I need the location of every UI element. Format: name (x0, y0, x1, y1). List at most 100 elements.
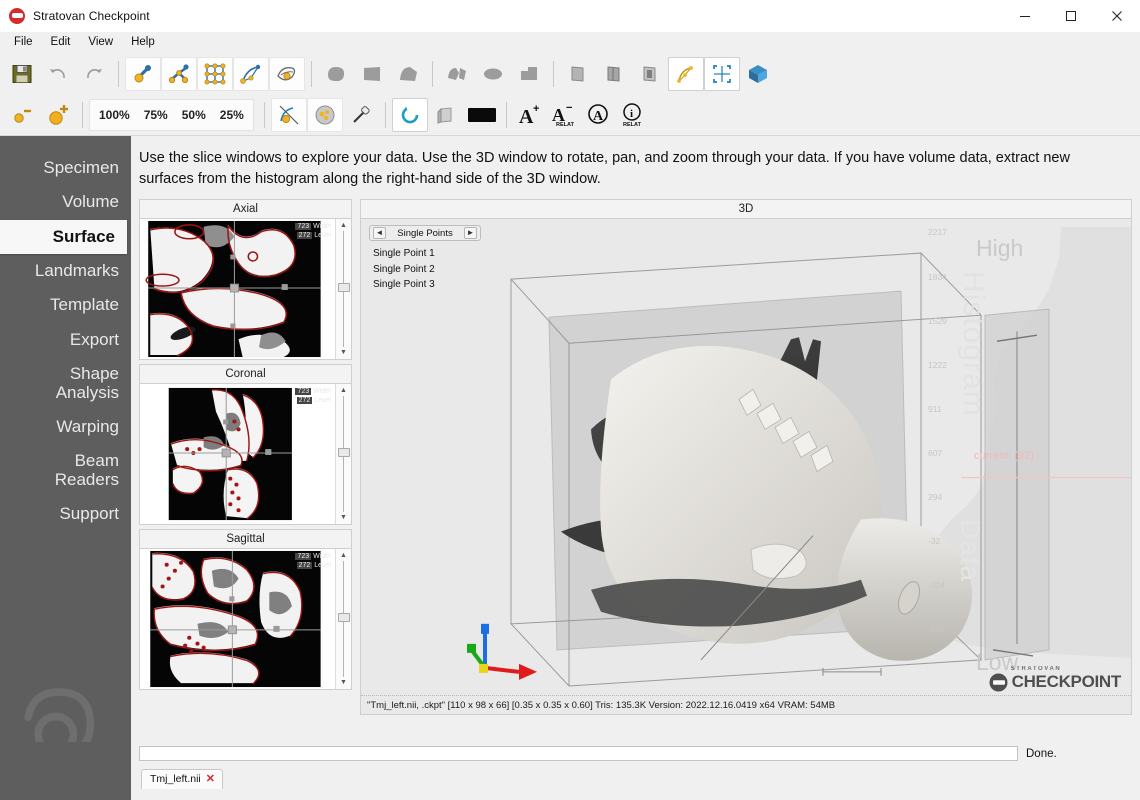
sidebar-item-template[interactable]: Template (0, 288, 131, 322)
curve-points-button[interactable] (233, 57, 269, 91)
slice-title-coronal: Coronal (139, 364, 352, 383)
close-x-icon[interactable]: ✕ (206, 774, 215, 785)
slice-title-sagittal: Sagittal (139, 529, 352, 548)
scroll-up-icon[interactable]: ▲ (340, 222, 347, 229)
scroll-up-icon[interactable]: ▲ (340, 552, 347, 559)
slice-stack-c-button[interactable] (632, 57, 668, 91)
sidebar-item-export[interactable]: Export (0, 323, 131, 357)
toolbar2-divider (82, 102, 83, 128)
zoom-100-button[interactable]: 100% (92, 104, 137, 126)
progress-row: Done. (131, 742, 1140, 763)
toolbar-divider-2 (311, 61, 312, 87)
slice-stack-a-button[interactable] (560, 57, 596, 91)
histogram-tick-3: 1222 (928, 360, 947, 370)
slice-stack-b-button[interactable] (596, 57, 632, 91)
reset-font-button[interactable]: i RELAT (615, 99, 649, 131)
redo-button[interactable] (76, 57, 112, 91)
scroll-down-icon[interactable]: ▼ (340, 679, 347, 686)
view3d-status-text: "Tmj_left.nii, .ckpt" [110 x 98 x 66] [0… (361, 695, 1131, 714)
scroll-down-icon[interactable]: ▼ (340, 349, 347, 356)
minimize-button[interactable] (1002, 0, 1048, 32)
render-cube-button[interactable] (428, 98, 464, 132)
list-item[interactable]: Single Point 2 (373, 262, 519, 278)
app-window: Stratovan Checkpoint File Edit View Help (0, 0, 1140, 800)
menu-help[interactable]: Help (123, 34, 163, 52)
surface-fan-button[interactable] (390, 57, 426, 91)
list-item[interactable]: Single Point 3 (373, 277, 519, 293)
toolbar-secondary: 100% 75% 50% 25% (0, 94, 1140, 136)
patch-points-button[interactable] (269, 57, 305, 91)
background-color-button[interactable] (464, 98, 500, 132)
zoom-50-button[interactable]: 50% (175, 104, 213, 126)
sidebar-item-surface[interactable]: Surface (0, 220, 127, 254)
slice-scrollbar-sagittal[interactable]: ▲ ▼ (335, 549, 351, 689)
sidebar-item-landmarks[interactable]: Landmarks (0, 254, 131, 288)
mesh-cut-button[interactable] (439, 57, 475, 91)
sidebar-item-specimen[interactable]: Specimen (0, 151, 131, 185)
svg-text:+: + (533, 103, 539, 115)
reset-view-button[interactable] (392, 98, 428, 132)
mesh-ellipse-button[interactable] (475, 57, 511, 91)
menu-edit[interactable]: Edit (43, 34, 79, 52)
histogram-high-label: High (976, 235, 1023, 262)
file-tab[interactable]: Tmj_left.nii ✕ (141, 769, 223, 789)
eyedropper-button[interactable] (343, 98, 379, 132)
zoom-25-button[interactable]: 25% (213, 104, 251, 126)
circled-a-button[interactable]: A (581, 99, 615, 131)
slice-scrollbar-coronal[interactable]: ▲ ▼ (335, 384, 351, 524)
bounding-box-button[interactable] (704, 57, 740, 91)
slice-canvas-coronal[interactable]: 723 Width 272 Level (140, 384, 335, 524)
sidebar-item-volume[interactable]: Volume (0, 185, 131, 219)
hide-points-button[interactable] (271, 98, 307, 132)
scroll-down-icon[interactable]: ▼ (340, 514, 347, 521)
slice-body-axial[interactable]: 723 Width 272 Level ▲ ▼ (139, 218, 352, 360)
sidebar-item-support[interactable]: Support (0, 497, 131, 531)
point-grid-button[interactable] (197, 57, 233, 91)
slice-canvas-sagittal[interactable]: 723 Width 272 Level (140, 549, 335, 689)
chevron-right-icon[interactable]: ► (464, 227, 477, 239)
sidebar-item-shape-analysis[interactable]: Shape Analysis (0, 357, 131, 410)
save-button[interactable] (4, 57, 40, 91)
surface-square-button[interactable] (354, 57, 390, 91)
slice-body-sagittal[interactable]: 723 Width 272 Level ▲ ▼ (139, 548, 352, 690)
scroll-thumb[interactable] (338, 613, 350, 622)
increase-font-button[interactable]: A + (513, 99, 547, 131)
toolbar2-divider-4 (506, 102, 507, 128)
watermark-main-label: CHECKPOINT (1012, 672, 1121, 692)
single-point-button[interactable] (125, 57, 161, 91)
slice-canvas-axial[interactable]: 723 Width 272 Level (140, 219, 335, 359)
mesh-step-button[interactable] (511, 57, 547, 91)
slice-scrollbar-axial[interactable]: ▲ ▼ (335, 219, 351, 359)
toolbar2-divider-2 (264, 102, 265, 128)
point-chain-button[interactable] (161, 57, 197, 91)
instruction-text: Use the slice windows to explore your da… (131, 136, 1116, 199)
window-controls (1002, 0, 1140, 32)
slice-body-coronal[interactable]: 723 Width 272 Level ▲ ▼ (139, 383, 352, 525)
landmark-curve-button[interactable] (668, 57, 704, 91)
undo-button[interactable] (40, 57, 76, 91)
toolbar-divider-3 (432, 61, 433, 87)
watermark-main: CHECKPOINT (989, 672, 1121, 692)
maximize-button[interactable] (1048, 0, 1094, 32)
decrease-font-button[interactable]: A − RELAT (547, 99, 581, 131)
menu-file[interactable]: File (6, 34, 41, 52)
scroll-thumb[interactable] (338, 283, 350, 292)
scroll-thumb[interactable] (338, 448, 350, 457)
histogram-overlay[interactable]: High Histogram Data Low current: (92) 22… (926, 219, 1131, 714)
sidebar: Specimen Volume Surface Landmarks Templa… (0, 136, 131, 784)
volume-cube-button[interactable] (740, 57, 776, 91)
view3d-canvas[interactable]: High Histogram Data Low current: (92) 22… (360, 218, 1132, 715)
surface-blob-button[interactable] (318, 57, 354, 91)
sidebar-item-beam-readers[interactable]: Beam Readers (0, 444, 131, 497)
chevron-left-icon[interactable]: ◄ (373, 227, 386, 239)
menu-view[interactable]: View (80, 34, 121, 52)
list-item[interactable]: Single Point 1 (373, 246, 519, 262)
svg-text:A: A (519, 106, 534, 128)
close-button[interactable] (1094, 0, 1140, 32)
scroll-up-icon[interactable]: ▲ (340, 387, 347, 394)
sidebar-item-warping[interactable]: Warping (0, 410, 131, 444)
add-point-button[interactable] (40, 98, 76, 132)
zoom-75-button[interactable]: 75% (137, 104, 175, 126)
remove-point-button[interactable] (4, 98, 40, 132)
point-cloud-button[interactable] (307, 98, 343, 132)
